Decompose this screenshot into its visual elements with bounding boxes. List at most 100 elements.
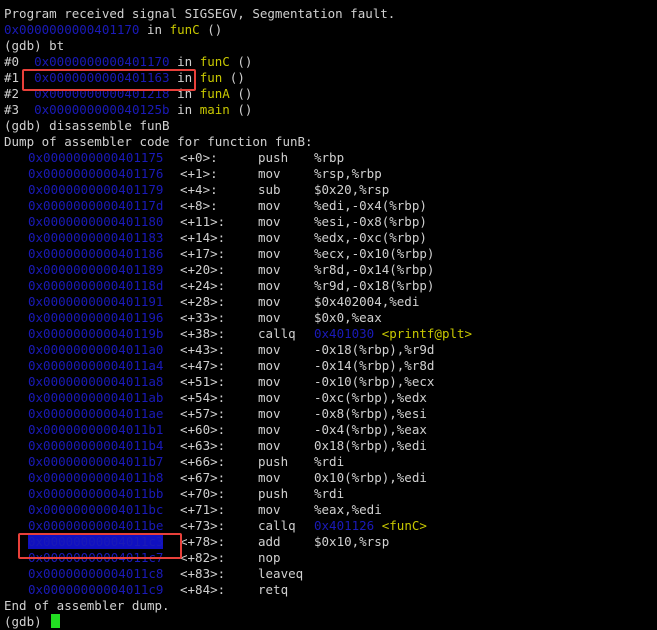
- instruction-address: 0x00000000004011a8: [28, 374, 164, 389]
- instruction-row[interactable]: 0x00000000004011c7 <+82>: nop: [4, 550, 657, 566]
- instruction-row[interactable]: 0x00000000004011b1 <+60>: mov -0x4(%rbp),%e…: [4, 422, 657, 438]
- instruction-address: 0x0000000000401191: [28, 294, 164, 309]
- dump-header: Dump of assembler code for function funB…: [4, 134, 313, 149]
- instruction-offset: <+17>:: [180, 246, 226, 261]
- instruction-row[interactable]: 0x0000000000401196 <+33>: mov $0x0,%eax: [4, 310, 657, 326]
- instruction-offset: <+28>:: [180, 294, 226, 309]
- instruction-mnemonic: callq: [258, 518, 296, 533]
- instruction-row[interactable]: 0x0000000000401179 <+4>: sub $0x20,%rsp: [4, 182, 657, 198]
- instruction-offset: <+66>:: [180, 454, 226, 469]
- instruction-address-cell: 0x00000000004011c7: [4, 550, 180, 566]
- instruction-address-cell: 0x0000000000401186: [4, 246, 180, 262]
- instruction-address: 0x00000000004011ae: [28, 406, 164, 421]
- frame-args: (): [229, 86, 253, 101]
- instruction-mnemonic: mov: [258, 262, 281, 277]
- instruction-mnemonic: mov: [258, 502, 281, 517]
- disassembly-list: 0x0000000000401175 <+0>: push %rbp 0x0000000…: [4, 150, 657, 598]
- instruction-row[interactable]: 0x00000000004011b8 <+67>: mov 0x10(%rbp),%e…: [4, 470, 657, 486]
- instruction-address: 0x0000000000401176: [28, 166, 164, 181]
- gdb-prompt: (gdb): [4, 614, 50, 629]
- instruction-row[interactable]: 0x000000000040117d <+8>: mov %edi,-0x4(%rbp…: [4, 198, 657, 214]
- instruction-address: 0x0000000000401189: [28, 262, 164, 277]
- backtrace-frame[interactable]: #1 0x0000000000401163 in fun (): [4, 70, 657, 86]
- frame-args: (): [229, 102, 253, 117]
- bt-command: (gdb) bt: [4, 38, 65, 53]
- instruction-address-cell: 0x00000000004011c8: [4, 566, 180, 582]
- instruction-mnemonic: mov: [258, 470, 281, 485]
- instruction-address: 0x00000000004011c3: [28, 534, 164, 549]
- dump-footer: End of assembler dump.: [4, 598, 170, 613]
- instruction-row[interactable]: 0x0000000000401183 <+14>: mov %edx,-0xc(%rb…: [4, 230, 657, 246]
- backtrace-frame[interactable]: #0 0x0000000000401170 in funC (): [4, 54, 657, 70]
- backtrace-frame[interactable]: #3 0x000000000040125b in main (): [4, 102, 657, 118]
- instruction-offset: <+67>:: [180, 470, 226, 485]
- instruction-offset: <+20>:: [180, 262, 226, 277]
- instruction-mnemonic: mov: [258, 358, 281, 373]
- instruction-address: 0x00000000004011c7: [28, 550, 164, 565]
- instruction-row[interactable]: 0x00000000004011b4 <+63>: mov 0x18(%rbp),%e…: [4, 438, 657, 454]
- instruction-mnemonic: push: [258, 486, 289, 501]
- backtrace-frame[interactable]: #2 0x0000000000401218 in funA (): [4, 86, 657, 102]
- instruction-row[interactable]: 0x00000000004011be <+73>: callq 0x401126 <f…: [4, 518, 657, 534]
- instruction-address-cell: 0x00000000004011ab: [4, 390, 180, 406]
- instruction-mnemonic: mov: [258, 310, 281, 325]
- instruction-row[interactable]: 0x00000000004011a8 <+51>: mov -0x10(%rbp),%…: [4, 374, 657, 390]
- instruction-row[interactable]: 0x00000000004011a4 <+47>: mov -0x14(%rbp),%…: [4, 358, 657, 374]
- instruction-address: 0x00000000004011b7: [28, 454, 164, 469]
- instruction-row[interactable]: 0x00000000004011c8 <+83>: leaveq: [4, 566, 657, 582]
- crash-args: (): [199, 22, 223, 37]
- instruction-address: 0x00000000004011c9: [28, 582, 164, 597]
- instruction-row[interactable]: 0x0000000000401189 <+20>: mov %r8d,-0x14(%r…: [4, 262, 657, 278]
- instruction-address: 0x00000000004011b1: [28, 422, 164, 437]
- instruction-address-cell: 0x00000000004011bc: [4, 502, 180, 518]
- instruction-offset: <+54>:: [180, 390, 226, 405]
- instruction-mnemonic: mov: [258, 166, 281, 181]
- instruction-row[interactable]: 0x00000000004011bb <+70>: push %rdi: [4, 486, 657, 502]
- instruction-row[interactable]: 0x0000000000401180 <+11>: mov %esi,-0x8(%rb…: [4, 214, 657, 230]
- instruction-address: 0x00000000004011ab: [28, 390, 164, 405]
- instruction-operands: $0x10,%rsp: [314, 534, 390, 549]
- text-cursor: [51, 614, 61, 628]
- instruction-row[interactable]: 0x00000000004011c9 <+84>: retq: [4, 582, 657, 598]
- instruction-row[interactable]: 0x00000000004011ab <+54>: mov -0xc(%rbp),%e…: [4, 390, 657, 406]
- instruction-address-cell: 0x0000000000401183: [4, 230, 180, 246]
- instruction-address: 0x000000000040118d: [28, 278, 164, 293]
- instruction-row[interactable]: 0x00000000004011c3 <+78>: add $0x10,%rsp: [4, 534, 657, 550]
- instruction-row[interactable]: 0x000000000040118d <+24>: mov %r9d,-0x18(%r…: [4, 278, 657, 294]
- instruction-operands: %eax,%edi: [314, 502, 382, 517]
- instruction-offset: <+82>:: [180, 550, 226, 565]
- instruction-address: 0x0000000000401179: [28, 182, 164, 197]
- instruction-row[interactable]: 0x0000000000401175 <+0>: push %rbp: [4, 150, 657, 166]
- instruction-row[interactable]: 0x0000000000401176 <+1>: mov %rsp,%rbp: [4, 166, 657, 182]
- instruction-address-cell: 0x00000000004011be: [4, 518, 180, 534]
- instruction-mnemonic: mov: [258, 342, 281, 357]
- instruction-address: 0x00000000004011bc: [28, 502, 164, 517]
- instruction-address: 0x0000000000401186: [28, 246, 164, 261]
- instruction-mnemonic: add: [258, 534, 281, 549]
- instruction-offset: <+1>:: [180, 166, 218, 181]
- instruction-offset: <+38>:: [180, 326, 226, 341]
- instruction-operands: 0x18(%rbp),%edi: [314, 438, 427, 453]
- instruction-row[interactable]: 0x0000000000401191 <+28>: mov $0x402004,%ed…: [4, 294, 657, 310]
- instruction-mnemonic: mov: [258, 230, 281, 245]
- instruction-offset: <+83>:: [180, 566, 226, 581]
- instruction-row[interactable]: 0x0000000000401186 <+17>: mov %ecx,-0x10(%r…: [4, 246, 657, 262]
- instruction-row[interactable]: 0x00000000004011bc <+71>: mov %eax,%edi: [4, 502, 657, 518]
- instruction-address-cell: 0x00000000004011c9: [4, 582, 180, 598]
- instruction-address: 0x00000000004011c8: [28, 566, 164, 581]
- instruction-row[interactable]: 0x000000000040119b <+38>: callq 0x401030 <p…: [4, 326, 657, 342]
- instruction-row[interactable]: 0x00000000004011a0 <+43>: mov -0x18(%rbp),%…: [4, 342, 657, 358]
- terminal-window[interactable]: Program received signal SIGSEGV, Segment…: [0, 0, 657, 629]
- instruction-offset: <+78>:: [180, 534, 226, 549]
- instruction-row[interactable]: 0x00000000004011b7 <+66>: push %rdi: [4, 454, 657, 470]
- frame-address: 0x0000000000401170: [34, 54, 170, 69]
- call-target-symbol: <printf@plt>: [374, 326, 473, 341]
- instruction-operands: %ecx,-0x10(%rbp): [314, 246, 435, 261]
- instruction-address-cell: 0x00000000004011a0: [4, 342, 180, 358]
- instruction-offset: <+63>:: [180, 438, 226, 453]
- frame-function: funC: [199, 54, 230, 69]
- instruction-row[interactable]: 0x00000000004011ae <+57>: mov -0x8(%rbp),%e…: [4, 406, 657, 422]
- instruction-mnemonic: mov: [258, 294, 281, 309]
- instruction-operands: %edx,-0xc(%rbp): [314, 230, 427, 245]
- gdb-prompt-line[interactable]: (gdb): [4, 614, 657, 630]
